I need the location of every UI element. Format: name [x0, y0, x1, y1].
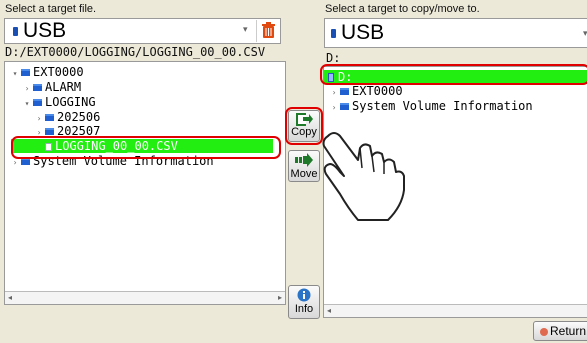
chevron-down-icon[interactable]: ▾: [583, 28, 587, 39]
left-heading: Select a target file.: [5, 3, 97, 15]
expand-arrow-icon[interactable]: ›: [23, 82, 31, 96]
expand-arrow-icon[interactable]: ▾: [23, 97, 31, 111]
expand-arrow-icon[interactable]: ▾: [11, 67, 19, 81]
folder-icon: [45, 128, 54, 135]
left-horizontal-scrollbar[interactable]: ◂ ▸: [5, 291, 285, 304]
folder-icon: [33, 84, 42, 91]
folder-icon: [340, 103, 349, 110]
tree-item-ext0000[interactable]: › EXT0000: [330, 84, 403, 98]
left-device-selector[interactable]: USB ▾: [4, 18, 281, 44]
delete-button[interactable]: [256, 20, 280, 42]
tree-item-202506[interactable]: › 202506: [35, 110, 101, 124]
folder-icon: [340, 88, 349, 95]
left-device-label: USB: [23, 19, 67, 42]
right-heading: Select a target to copy/move to.: [325, 3, 480, 15]
hand-pointer-icon: [322, 132, 405, 221]
target-drive-highlight: [320, 64, 587, 85]
expand-arrow-icon[interactable]: ›: [330, 101, 338, 115]
folder-icon: [21, 69, 30, 76]
chevron-down-icon[interactable]: ▾: [243, 24, 248, 35]
tree-item-logging[interactable]: ▾ LOGGING: [23, 95, 96, 109]
info-icon: [297, 288, 311, 302]
move-button[interactable]: Move: [288, 150, 320, 182]
folder-icon: [45, 114, 54, 121]
delete-icon: [262, 22, 275, 38]
folder-icon: [21, 158, 30, 165]
scroll-left-arrow-icon[interactable]: ◂: [327, 306, 331, 315]
right-path: D:: [326, 51, 341, 65]
left-file-tree[interactable]: ▾ EXT0000 › ALARM ▾ LOGGING › 202506 › 202507…: [4, 61, 286, 305]
scroll-right-arrow-icon[interactable]: ▸: [278, 293, 282, 302]
move-button-label: Move: [290, 168, 318, 180]
tree-item-ext0000[interactable]: ▾ EXT0000: [11, 65, 84, 79]
info-button-label: Info: [294, 303, 314, 315]
left-path: D:/EXT0000/LOGGING/LOGGING_00_00.CSV: [5, 45, 266, 59]
right-horizontal-scrollbar[interactable]: ◂: [324, 304, 587, 317]
expand-arrow-icon[interactable]: ›: [330, 86, 338, 100]
usb-icon: [13, 23, 22, 41]
tree-item-system-volume-information[interactable]: › System Volume Information: [330, 99, 533, 113]
info-button[interactable]: Info: [288, 285, 320, 319]
return-icon: [539, 327, 548, 336]
tree-item-alarm[interactable]: › ALARM: [23, 80, 82, 96]
folder-icon: [33, 99, 42, 106]
return-button[interactable]: Return: [533, 321, 587, 341]
right-device-label: USB: [341, 21, 385, 44]
scroll-left-arrow-icon[interactable]: ◂: [8, 293, 12, 302]
move-icon: [295, 153, 313, 167]
usb-icon: [331, 25, 340, 43]
right-device-selector[interactable]: USB ▾: [324, 18, 587, 48]
selected-file-highlight: [11, 136, 281, 159]
